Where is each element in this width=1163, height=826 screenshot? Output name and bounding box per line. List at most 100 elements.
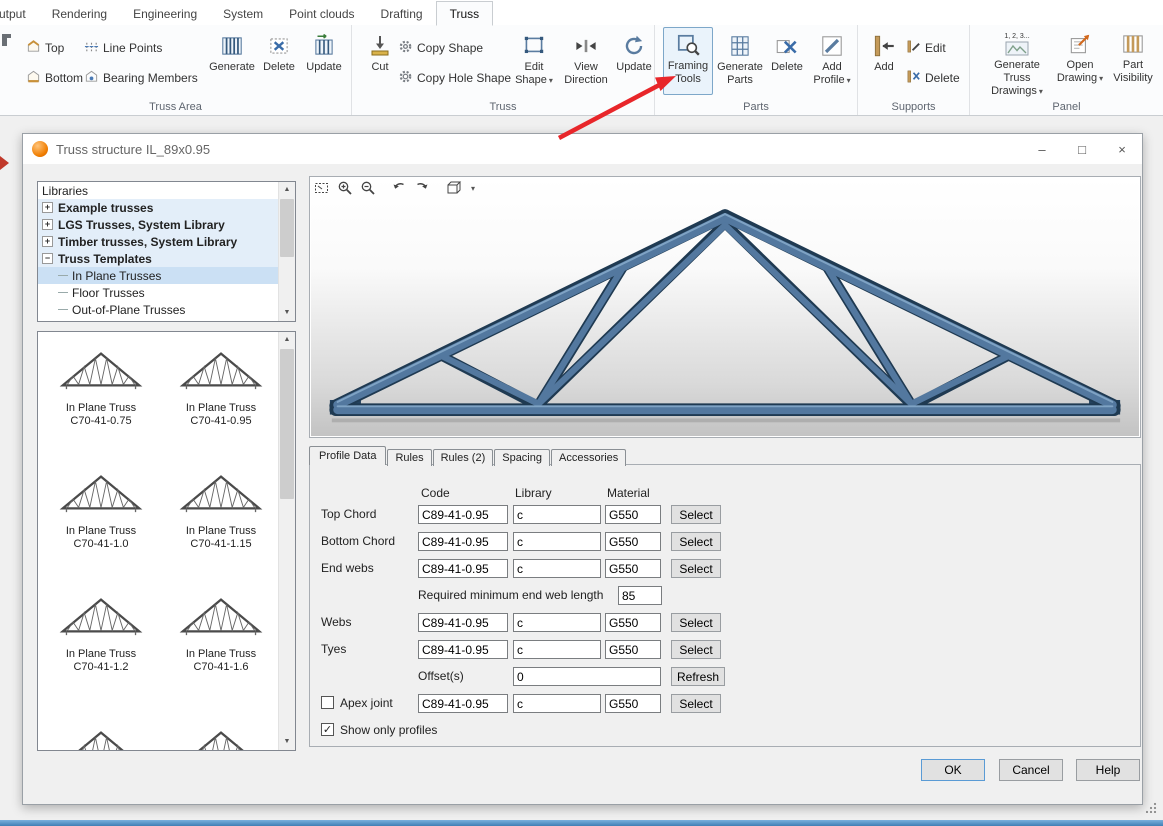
tree-scrollbar[interactable]: ▲ ▼ (278, 182, 295, 321)
framing-tools-button[interactable]: FramingTools (663, 27, 713, 95)
tree-item-truss-templates[interactable]: − Truss Templates (38, 250, 278, 267)
update-truss-area-button[interactable]: Update (302, 29, 346, 74)
render-canvas[interactable] (311, 177, 1139, 436)
ribbon-tab-output[interactable]: utput (0, 2, 39, 25)
apex-joint-code-input[interactable] (418, 694, 508, 713)
top-chord-library-input[interactable] (513, 505, 601, 524)
scrollbar-thumb[interactable] (280, 199, 294, 257)
end-webs-code-input[interactable] (418, 559, 508, 578)
bottom-chord-code-input[interactable] (418, 532, 508, 551)
tab-rules[interactable]: Rules (387, 449, 431, 466)
webs-library-input[interactable] (513, 613, 601, 632)
end-webs-library-input[interactable] (513, 559, 601, 578)
end-webs-select-button[interactable]: Select (671, 559, 721, 578)
apex-joint-checkbox[interactable] (321, 696, 334, 709)
ribbon-tab-rendering[interactable]: Rendering (39, 2, 120, 25)
tyes-material-input[interactable] (605, 640, 661, 659)
tree-item-timber-trusses[interactable]: + Timber trusses, System Library (38, 233, 278, 250)
zoom-in-icon[interactable] (337, 180, 353, 196)
bottom-chord-material-input[interactable] (605, 532, 661, 551)
ribbon-tab-drafting[interactable]: Drafting (368, 2, 436, 25)
scrollbar-thumb[interactable] (280, 349, 294, 499)
scroll-up-icon[interactable]: ▲ (279, 182, 295, 198)
edit-support-button[interactable]: Edit (906, 37, 946, 59)
delete-support-button[interactable]: Delete (906, 67, 960, 89)
offset-input[interactable] (513, 667, 661, 686)
tyes-code-input[interactable] (418, 640, 508, 659)
generate-truss-drawings-button[interactable]: 1, 2, 3... Generate TrussDrawings▾ (980, 27, 1054, 98)
edit-shape-button[interactable]: EditShape▾ (512, 29, 556, 87)
tyes-library-input[interactable] (513, 640, 601, 659)
webs-material-input[interactable] (605, 613, 661, 632)
zoom-out-icon[interactable] (360, 180, 376, 196)
generate-truss-area-button[interactable]: Generate (208, 29, 256, 74)
top-chord-select-button[interactable]: Select (671, 505, 721, 524)
show-only-profiles-checkbox[interactable]: ✓ (321, 723, 334, 736)
collapse-icon[interactable]: − (42, 253, 53, 264)
add-support-button[interactable]: Add (866, 29, 902, 74)
maximize-button[interactable]: □ (1062, 134, 1102, 164)
expand-icon[interactable]: + (42, 219, 53, 230)
top-chord-code-input[interactable] (418, 505, 508, 524)
ribbon-tab-point-clouds[interactable]: Point clouds (276, 2, 367, 25)
min-end-web-length-input[interactable] (618, 586, 662, 605)
thumbnail-c70-41-1-6[interactable]: In Plane Truss C70-41-1.6 (162, 584, 278, 706)
webs-select-button[interactable]: Select (671, 613, 721, 632)
view-dropdown-icon[interactable]: ▾ (471, 184, 475, 193)
copy-hole-shape-button[interactable]: Copy Hole Shape (398, 67, 511, 89)
line-points-button[interactable]: Line Points (84, 37, 162, 59)
expand-icon[interactable]: + (42, 236, 53, 247)
cut-button[interactable]: Cut (362, 29, 398, 74)
thumbnail-c70-41-0-95[interactable]: In Plane Truss C70-41-0.95 (162, 338, 278, 460)
thumbnail-partial[interactable] (162, 717, 278, 750)
delete-truss-area-button[interactable]: Delete (258, 29, 300, 74)
ok-button[interactable]: OK (921, 759, 985, 781)
close-button[interactable]: × (1102, 134, 1142, 164)
thumbnails-scrollbar[interactable]: ▲ ▼ (278, 332, 295, 750)
update-truss-button[interactable]: Update (614, 29, 654, 74)
tree-item-lgs-trusses[interactable]: + LGS Trusses, System Library (38, 216, 278, 233)
copy-shape-button[interactable]: Copy Shape (398, 37, 483, 59)
refresh-button[interactable]: Refresh (671, 667, 725, 686)
bottom-chord-select-button[interactable]: Select (671, 532, 721, 551)
resize-grip[interactable] (1146, 800, 1157, 818)
generate-parts-button[interactable]: GenerateParts (715, 29, 765, 87)
bearing-members-button[interactable]: Bearing Members (84, 67, 198, 89)
truss-3d-viewport[interactable]: ▾ (309, 176, 1141, 438)
scroll-up-icon[interactable]: ▲ (279, 332, 295, 348)
tree-item-out-of-plane-trusses[interactable]: Out-of-Plane Trusses (38, 301, 278, 318)
webs-code-input[interactable] (418, 613, 508, 632)
tab-profile-data[interactable]: Profile Data (309, 446, 386, 465)
ribbon-tab-system[interactable]: System (210, 2, 276, 25)
tree-item-in-plane-trusses[interactable]: In Plane Trusses (38, 267, 278, 284)
bottom-button[interactable]: Bottom (26, 67, 83, 89)
delete-parts-button[interactable]: Delete (767, 29, 807, 74)
add-profile-button[interactable]: AddProfile▾ (809, 29, 855, 87)
help-button[interactable]: Help (1076, 759, 1140, 781)
thumbnail-c70-41-1-15[interactable]: In Plane Truss C70-41-1.15 (162, 461, 278, 583)
view-cube-icon[interactable] (445, 180, 462, 196)
rotate-left-icon[interactable] (391, 180, 407, 196)
thumbnail-partial[interactable] (42, 717, 160, 750)
apex-joint-material-input[interactable] (605, 694, 661, 713)
thumbnail-c70-41-1-0[interactable]: In Plane Truss C70-41-1.0 (42, 461, 160, 583)
minimize-button[interactable]: – (1022, 134, 1062, 164)
end-webs-material-input[interactable] (605, 559, 661, 578)
thumbnail-c70-41-0-75[interactable]: In Plane Truss C70-41-0.75 (42, 338, 160, 460)
rotate-right-icon[interactable] (414, 180, 430, 196)
part-visibility-button[interactable]: PartVisibility (1106, 27, 1160, 85)
bottom-chord-library-input[interactable] (513, 532, 601, 551)
top-button[interactable]: Top (26, 37, 64, 59)
tab-accessories[interactable]: Accessories (551, 449, 626, 466)
top-chord-material-input[interactable] (605, 505, 661, 524)
tab-rules-2[interactable]: Rules (2) (433, 449, 494, 466)
scroll-down-icon[interactable]: ▼ (279, 305, 295, 321)
zoom-window-icon[interactable] (314, 180, 330, 196)
open-drawing-button[interactable]: OpenDrawing▾ (1056, 27, 1104, 85)
tree-item-floor-trusses[interactable]: Floor Trusses (38, 284, 278, 301)
apex-joint-select-button[interactable]: Select (671, 694, 721, 713)
ribbon-tab-engineering[interactable]: Engineering (120, 2, 210, 25)
tyes-select-button[interactable]: Select (671, 640, 721, 659)
expand-icon[interactable]: + (42, 202, 53, 213)
scroll-down-icon[interactable]: ▼ (279, 734, 295, 750)
